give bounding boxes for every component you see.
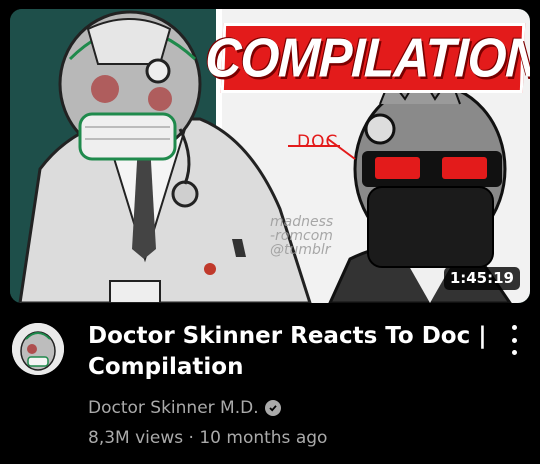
kebab-menu-icon[interactable]: [504, 325, 524, 355]
meta-separator: ·: [188, 428, 194, 448]
avatar-image: [12, 323, 64, 375]
duration-badge: 1:45:19: [443, 267, 520, 290]
watermark-line-2: -romcom: [270, 228, 333, 244]
video-title-line-1: Doctor Skinner Reacts To Doc |: [88, 323, 487, 349]
video-title[interactable]: Doctor Skinner Reacts To Doc | Compilati…: [88, 321, 493, 383]
watermark-line-3: @tumblr: [270, 242, 331, 258]
channel-name: Doctor Skinner M.D.: [88, 398, 259, 418]
upload-age: 10 months ago: [199, 428, 328, 448]
watermark: madness -romcom @tumblr: [270, 215, 360, 257]
channel-name-row[interactable]: Doctor Skinner M.D.: [88, 398, 281, 418]
video-thumbnail[interactable]: COMPILATION DOC madness -romcom @tumblr …: [10, 9, 530, 303]
channel-avatar[interactable]: [12, 323, 64, 375]
banner-text: COMPILATION: [204, 27, 530, 89]
video-meta: 8,3M views · 10 months ago: [88, 428, 327, 448]
video-title-line-2: Compilation: [88, 354, 244, 380]
watermark-line-1: madness: [270, 214, 334, 230]
verified-check-icon: [264, 400, 281, 416]
view-count: 8,3M views: [88, 428, 184, 448]
doc-label: DOC: [297, 132, 339, 152]
compilation-banner: COMPILATION: [204, 23, 530, 93]
